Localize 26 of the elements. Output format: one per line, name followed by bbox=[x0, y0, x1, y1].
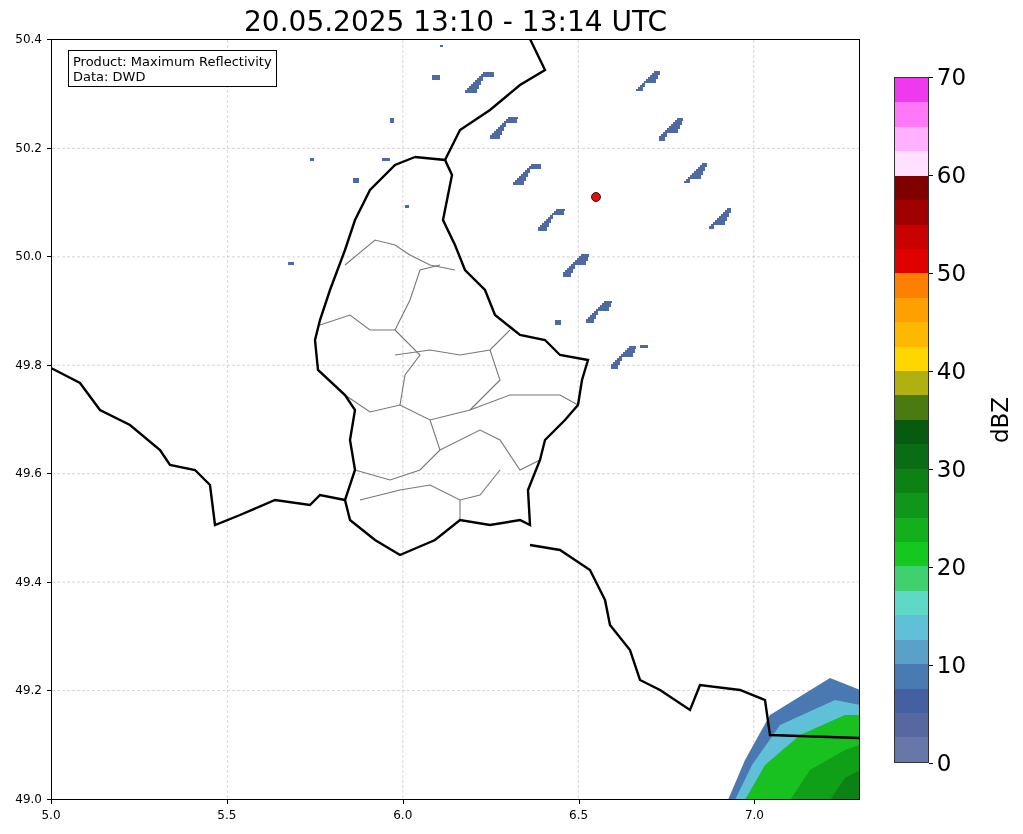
colorbar-tick-label: 30 bbox=[936, 456, 967, 482]
x-tick-label: 5.5 bbox=[217, 808, 237, 822]
y-tick-label: 49.2 bbox=[15, 683, 42, 698]
colorbar-tick-label: 60 bbox=[936, 162, 967, 188]
y-tick-label: 50.2 bbox=[15, 140, 42, 155]
colorbar-label: dBZ bbox=[986, 396, 1013, 444]
legend-text: Product: Maximum Reflectivity bbox=[73, 54, 272, 69]
colorbar-tick-label: 0 bbox=[936, 750, 952, 776]
y-tick-label: 49.4 bbox=[15, 574, 42, 589]
y-tick-label: 50.0 bbox=[15, 249, 42, 264]
colorbar-tick-label: 20 bbox=[936, 554, 967, 580]
x-tick-label: 6.0 bbox=[393, 808, 413, 822]
colorbar-tick-label: 50 bbox=[936, 260, 967, 286]
colorbar-tick-label: 40 bbox=[936, 358, 967, 384]
y-tick-label: 50.4 bbox=[15, 32, 42, 46]
y-tick-label: 49.8 bbox=[15, 357, 42, 372]
x-tick-label: 5.0 bbox=[41, 808, 61, 822]
station-marker bbox=[591, 192, 601, 202]
y-tick-label: 49.6 bbox=[15, 466, 42, 481]
colorbar-tick-label: 70 bbox=[936, 64, 967, 90]
legend-text: Data: DWD bbox=[73, 69, 147, 84]
chart-title: 20.05.2025 13:10 - 13:14 UTC bbox=[244, 5, 667, 39]
x-tick-label: 6.5 bbox=[569, 808, 589, 822]
colorbar-tick-label: 10 bbox=[936, 652, 967, 678]
x-tick-label: 7.0 bbox=[744, 808, 764, 822]
y-tick-label: 49.0 bbox=[15, 792, 42, 806]
